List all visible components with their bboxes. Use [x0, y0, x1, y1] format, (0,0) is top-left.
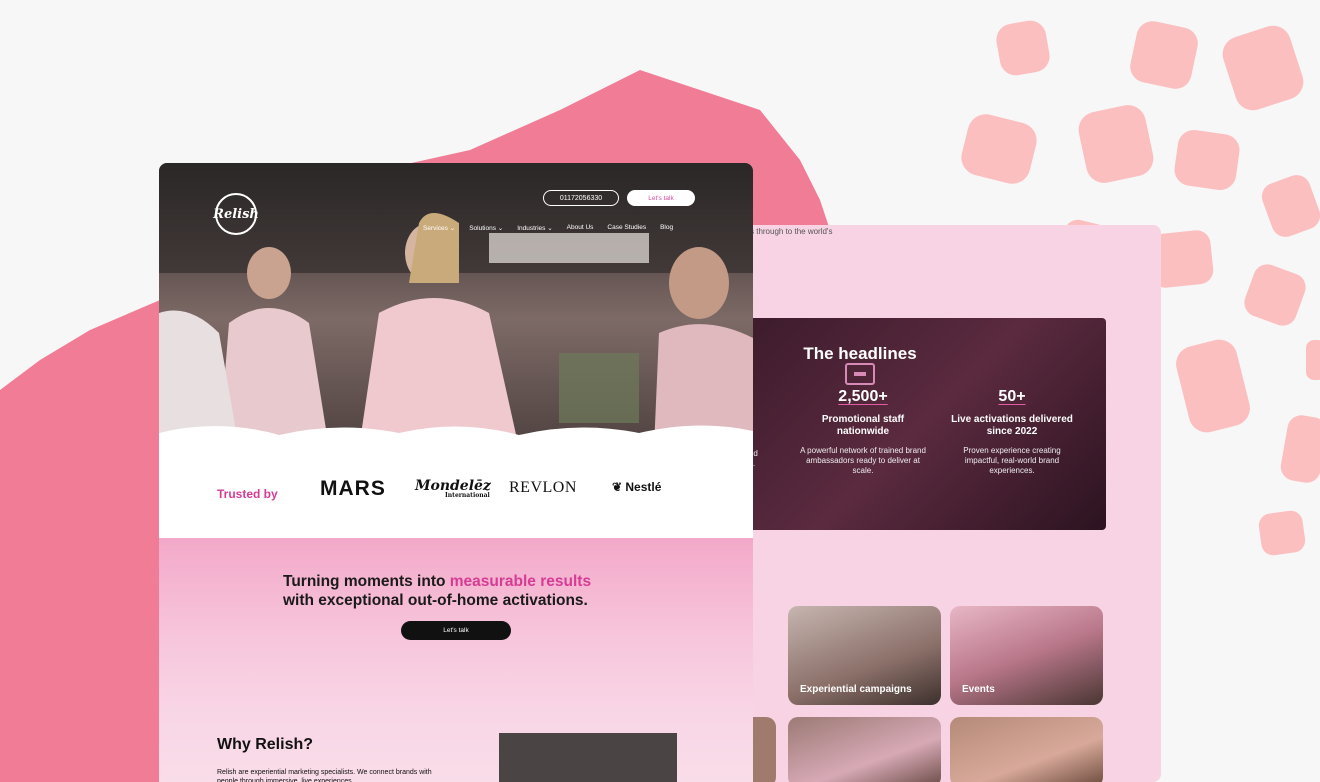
stat-label: Promotional staff nationwide [821, 414, 905, 437]
nav-solutions[interactable]: Solutions ⌄ [469, 224, 503, 232]
stat-description: Proven experience creating impactful, re… [963, 446, 1061, 475]
stat-staff: 2,500+ Promotional staff nationwide A po… [798, 388, 928, 476]
why-relish-title: Why Relish? [217, 736, 314, 753]
stat-number: 50+ [998, 388, 1026, 405]
chevron-down-icon: ⌄ [497, 225, 504, 232]
tagline: Turning moments into measurable results … [283, 573, 592, 609]
front-page-preview: Relish 01172056330 Let's talk Services ⌄… [159, 163, 753, 782]
nest-icon: ❦ [612, 480, 626, 494]
main-nav: Services ⌄ Solutions ⌄ Industries ⌄ Abou… [423, 224, 673, 232]
nav-industries[interactable]: Industries ⌄ [517, 224, 552, 232]
stat-number: 2,500+ [838, 388, 888, 405]
chevron-down-icon: ⌄ [547, 225, 553, 232]
tile-events[interactable]: Events [950, 606, 1103, 705]
trusted-label: Trusted by [217, 487, 278, 501]
phone-button[interactable]: 01172056330 [543, 190, 619, 206]
back-page-snippet: s through to the world's [750, 227, 833, 236]
brand-logo-mondelez: Mondelēz International [415, 478, 491, 499]
lets-talk-button-secondary[interactable]: Let's talk [401, 621, 511, 640]
relish-logo[interactable]: Relish [213, 193, 259, 235]
nav-about[interactable]: About Us [567, 224, 594, 232]
tagline-highlight: measurable results [449, 573, 592, 590]
chevron-down-icon: ⌄ [449, 225, 456, 232]
stat-label: Live activations delivered since 2022 [951, 414, 1073, 437]
brand-logo-revlon: REVLON [509, 479, 577, 496]
tile-label: Events [962, 684, 995, 695]
brand-sublabel: International [445, 492, 490, 499]
hero-image: Relish 01172056330 Let's talk Services ⌄… [159, 163, 753, 448]
tile-staff[interactable] [788, 717, 941, 782]
trusted-by-section: Trusted by MARS Mondelēz International R… [159, 448, 753, 538]
nav-case-studies[interactable]: Case Studies [607, 224, 646, 232]
stat-description: A powerful network of trained brand amba… [800, 446, 926, 475]
nav-blog[interactable]: Blog [660, 224, 673, 232]
screen-icon [845, 363, 875, 385]
nav-services[interactable]: Services ⌄ [423, 224, 455, 232]
why-relish-text: Relish are experiential marketing specia… [217, 769, 432, 782]
headlines-title: The headlines [803, 344, 917, 363]
tile-sampling[interactable] [950, 717, 1103, 782]
headlines-panel: The headlines ial , andtion. 2,500+ Prom… [740, 318, 1106, 530]
brand-logo-mars: MARS [320, 477, 386, 500]
lets-talk-button[interactable]: Let's talk [627, 190, 695, 206]
stat-activations: 50+ Live activations delivered since 202… [950, 388, 1074, 476]
tile-experiential-campaigns[interactable]: Experiential campaigns [788, 606, 941, 705]
tile-label: Experiential campaigns [800, 684, 912, 695]
back-page-preview: s through to the world's The headlines i… [740, 225, 1161, 782]
brand-logo-nestle: ❦ Nestlé [612, 480, 662, 494]
why-relish-image [499, 733, 677, 782]
